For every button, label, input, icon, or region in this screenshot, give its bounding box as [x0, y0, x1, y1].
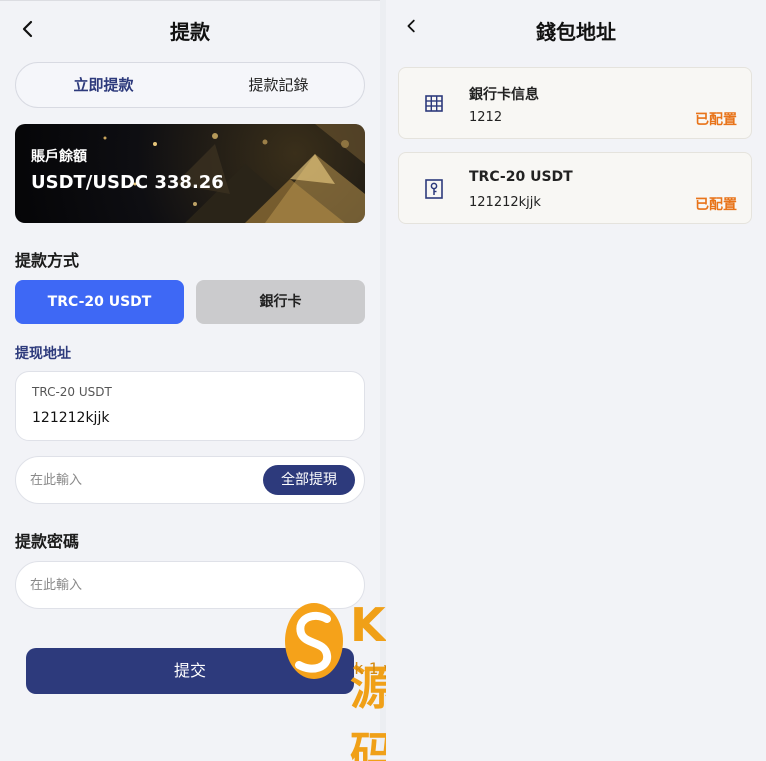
- withdraw-tabs: 立即提款 提款記錄: [15, 62, 365, 108]
- wallet-item-title: TRC-20 USDT: [469, 169, 573, 185]
- balance-label: 賬戶餘額: [31, 149, 87, 165]
- withdraw-address-title: 提现地址: [15, 346, 71, 362]
- tab-withdraw-records[interactable]: 提款記錄: [191, 63, 366, 107]
- wallet-panel: 錢包地址 銀行卡信息 1212 已配置 TRC-20 USDT 121212kj…: [386, 0, 766, 761]
- wallet-item-bank-card[interactable]: 銀行卡信息 1212 已配置: [398, 67, 752, 139]
- wallet-item-sub: 1212: [469, 110, 503, 125]
- wallet-page-title: 錢包地址: [536, 20, 616, 44]
- wallet-item-title: 銀行卡信息: [469, 87, 539, 103]
- balance-card: 賬戶餘額 USDT/USDC 338.26: [15, 124, 365, 223]
- bank-card-grid-icon: [425, 95, 443, 112]
- method-bank-card-button[interactable]: 銀行卡: [196, 280, 365, 324]
- withdraw-panel: 提款 立即提款 提款記錄 賬戶餘額 USDT/USDC 338.26 提款方式 …: [0, 0, 466, 761]
- balance-value: USDT/USDC 338.26: [31, 172, 224, 193]
- withdraw-all-button[interactable]: 全部提現: [263, 465, 355, 495]
- withdraw-header: 提款: [0, 0, 380, 58]
- method-trc20-button[interactable]: TRC-20 USDT: [15, 280, 184, 324]
- withdraw-password-title: 提款密碼: [15, 532, 80, 551]
- address-value: 121212kjjk: [32, 410, 110, 426]
- wallet-header: 錢包地址: [386, 0, 766, 58]
- address-type-label: TRC-20 USDT: [32, 385, 112, 399]
- amount-input[interactable]: [30, 457, 260, 503]
- page-title: 提款: [170, 20, 210, 44]
- watermark-logo-icon: [285, 603, 343, 679]
- wallet-item-sub: 121212kjjk: [469, 195, 541, 210]
- wallet-item-status: 已配置: [695, 197, 737, 213]
- amount-field: 全部提現: [15, 456, 365, 504]
- wallet-key-icon: [425, 179, 443, 199]
- withdraw-address-select[interactable]: TRC-20 USDT 121212kjjk: [15, 371, 365, 441]
- tab-withdraw-now[interactable]: 立即提款: [16, 63, 191, 107]
- wallet-item-status: 已配置: [695, 112, 737, 128]
- withdraw-method-title: 提款方式: [15, 251, 80, 270]
- wallet-item-trc20[interactable]: TRC-20 USDT 121212kjjk 已配置: [398, 152, 752, 224]
